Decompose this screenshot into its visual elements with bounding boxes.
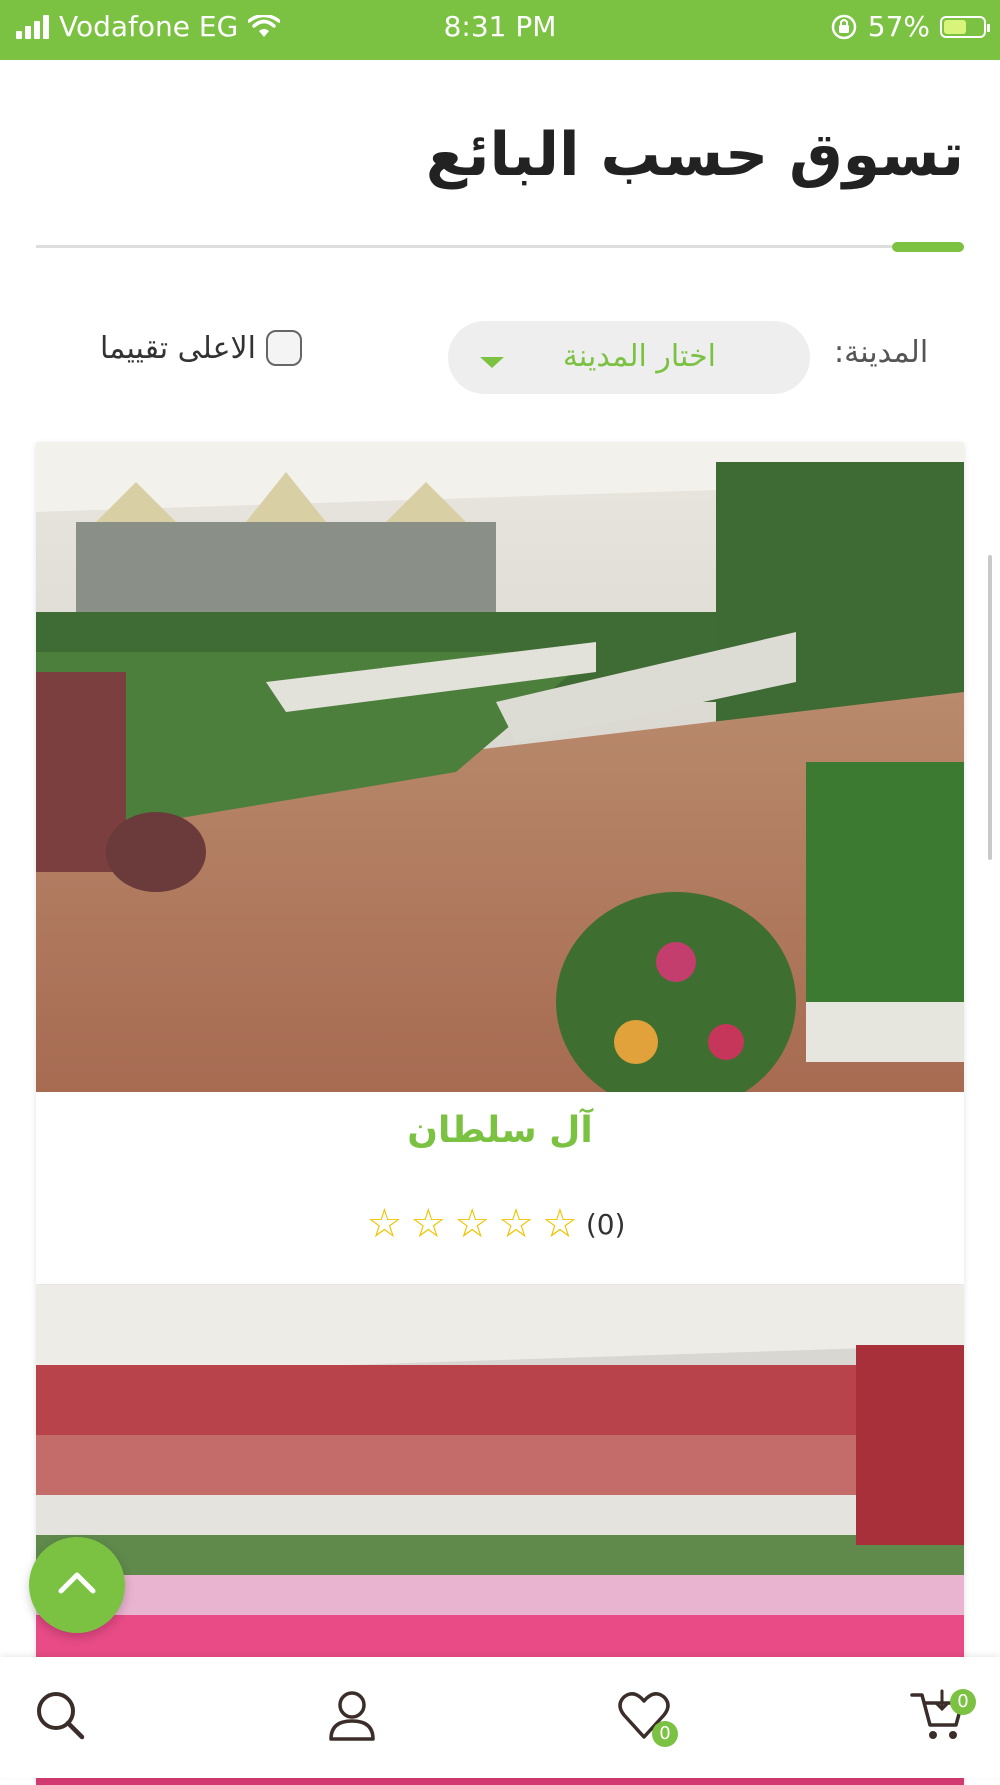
store-rating: ☆ ☆ ☆ ☆ ☆ (0) — [36, 1204, 964, 1244]
store-name[interactable]: آل سلطان — [36, 1110, 964, 1151]
nav-account[interactable] — [322, 1685, 382, 1745]
status-right-group: 57% — [830, 10, 990, 43]
rating-count: (0) — [585, 1207, 626, 1241]
nav-cart[interactable]: 0 — [908, 1685, 976, 1745]
status-bar: Vodafone EG 8:31 PM 57% — [0, 0, 1000, 60]
nav-wishlist[interactable]: 0 — [614, 1685, 678, 1747]
star-icon: ☆ — [541, 1201, 578, 1247]
battery-icon — [940, 15, 990, 38]
star-icon: ☆ — [498, 1201, 534, 1247]
store-photo[interactable] — [36, 442, 964, 1092]
city-select[interactable]: اختار المدينة — [448, 321, 810, 394]
nav-search[interactable] — [30, 1685, 90, 1745]
star-icon: ☆ — [454, 1201, 491, 1247]
arrow-up-icon — [58, 1572, 96, 1594]
star-icon: ☆ — [366, 1201, 403, 1247]
top-rated-checkbox[interactable] — [265, 330, 302, 366]
wishlist-count-badge: 0 — [652, 1721, 678, 1747]
top-rated-filter[interactable]: الاعلى تقييما — [100, 330, 302, 366]
page-title: تسوق حسب البائع — [425, 120, 964, 190]
battery-percent: 57% — [867, 10, 930, 43]
scrollbar[interactable] — [988, 555, 992, 860]
star-icon: ☆ — [410, 1201, 447, 1247]
city-select-value: اختار المدينة — [562, 339, 716, 374]
top-rated-label: الاعلى تقييما — [100, 330, 256, 366]
search-icon — [37, 1692, 85, 1740]
rotation-lock-icon — [831, 14, 857, 39]
scroll-to-top-button[interactable] — [29, 1537, 125, 1633]
title-accent-bar — [892, 242, 964, 252]
title-divider — [36, 245, 964, 248]
chevron-down-icon — [480, 357, 504, 368]
cart-count-badge: 0 — [950, 1689, 976, 1715]
city-label: المدينة: — [834, 335, 929, 370]
store-card[interactable]: آل سلطان ☆ ☆ ☆ ☆ ☆ (0) — [36, 442, 964, 1284]
user-icon — [329, 1691, 375, 1741]
bottom-nav: 0 0 — [0, 1657, 1000, 1778]
